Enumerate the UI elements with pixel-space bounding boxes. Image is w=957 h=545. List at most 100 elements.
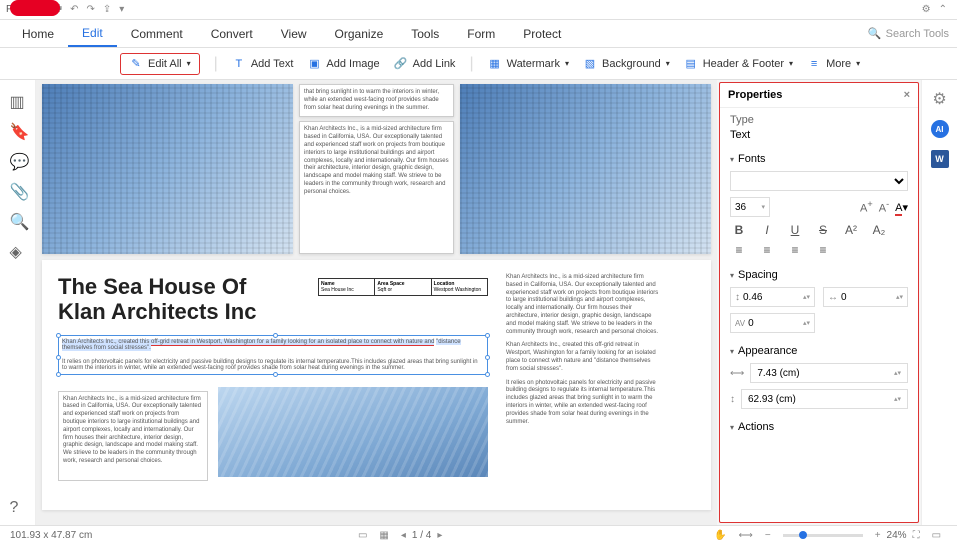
share-icon[interactable]: ⇪ xyxy=(103,4,111,15)
next-page-icon[interactable]: ▸ xyxy=(437,530,442,541)
height-input[interactable]: 62.93 (cm)▴▾ xyxy=(741,389,908,409)
align-right-icon[interactable]: ≡ xyxy=(786,243,804,257)
properties-panel: Properties × Type Text Fonts 36▾ A+ A- A▾… xyxy=(719,82,919,523)
fullscreen-icon[interactable]: ⛶ xyxy=(913,530,920,541)
zoom-value[interactable]: 24% xyxy=(887,530,907,541)
settings-icon[interactable]: ⚙ xyxy=(922,4,931,15)
line-height-icon: ↕ xyxy=(735,292,740,303)
panel-title: Properties xyxy=(728,89,782,101)
align-left-icon[interactable]: ≡ xyxy=(730,243,748,257)
chevron-down-icon: ▾ xyxy=(565,59,569,68)
add-link-button[interactable]: 🔗Add Link xyxy=(394,57,456,71)
edit-all-button[interactable]: ✎Edit All ▾ xyxy=(120,53,200,75)
bookmark-icon[interactable]: 🔖 xyxy=(10,122,26,138)
search-pane-icon[interactable]: 🔍 xyxy=(10,212,26,228)
add-image-button[interactable]: ▣Add Image xyxy=(307,57,379,71)
superscript-icon[interactable]: A² xyxy=(842,223,860,237)
tab-tools[interactable]: Tools xyxy=(397,20,453,47)
search-tools[interactable]: 🔍 Search Tools xyxy=(868,27,949,40)
kerning-icon: AV xyxy=(735,319,745,328)
actions-section[interactable]: Actions xyxy=(730,421,908,433)
redo-icon[interactable]: ↷ xyxy=(87,4,95,15)
background-button[interactable]: ▧Background ▾ xyxy=(583,57,670,71)
spacing-section[interactable]: Spacing xyxy=(730,269,908,281)
decrease-size-icon[interactable]: A- xyxy=(879,199,889,215)
thumbnails-icon[interactable]: ▥ xyxy=(10,92,26,108)
paragraph-text: It relies on photovoltaic panels for ele… xyxy=(62,359,484,371)
tab-convert[interactable]: Convert xyxy=(197,20,267,47)
help-icon[interactable]: ? xyxy=(10,499,26,515)
chevron-up-icon[interactable]: ⌃ xyxy=(939,4,947,15)
align-justify-icon[interactable]: ≡ xyxy=(814,243,832,257)
type-value: Text xyxy=(730,129,908,141)
settings-icon[interactable]: ⚙ xyxy=(931,90,949,108)
tab-edit[interactable]: Edit xyxy=(68,20,117,47)
italic-icon[interactable]: I xyxy=(758,223,776,237)
fit-width-icon[interactable]: ⟷ xyxy=(739,530,753,541)
comment-pane-icon[interactable]: 💬 xyxy=(10,152,26,168)
text-icon: T xyxy=(232,57,246,71)
read-mode-icon[interactable]: ▭ xyxy=(932,530,941,541)
text-column: Khan Architects Inc., created this off-g… xyxy=(506,342,661,373)
appearance-section[interactable]: Appearance xyxy=(730,345,908,357)
char-spacing-input[interactable]: AV0▴▾ xyxy=(730,313,815,333)
info-table: NameSea House Inc Area SpaceSqft or Loca… xyxy=(318,278,488,296)
attachment-icon[interactable]: 📎 xyxy=(10,182,26,198)
type-label: Type xyxy=(730,114,908,126)
header-footer-button[interactable]: ▤Header & Footer ▾ xyxy=(684,57,793,71)
prev-page-icon[interactable]: ◂ xyxy=(401,530,406,541)
left-rail: ▥ 🔖 💬 📎 🔍 ◈ ? xyxy=(0,80,36,525)
align-center-icon[interactable]: ≡ xyxy=(758,243,776,257)
view-single-icon[interactable]: ▭ xyxy=(358,530,367,541)
font-family-select[interactable] xyxy=(730,171,908,191)
width-input[interactable]: 7.43 (cm)▴▾ xyxy=(750,363,908,383)
ai-badge-icon[interactable]: AI xyxy=(931,120,949,138)
right-rail: ⚙ AI W xyxy=(921,80,957,525)
watermark-button[interactable]: ▦Watermark ▾ xyxy=(488,57,569,71)
tab-form[interactable]: Form xyxy=(453,20,509,47)
tab-comment[interactable]: Comment xyxy=(117,20,197,47)
add-text-button[interactable]: TAdd Text xyxy=(232,57,294,71)
page-indicator[interactable]: 1 / 4 xyxy=(412,530,431,541)
strike-icon[interactable]: S xyxy=(814,223,832,237)
zoom-out-icon[interactable]: − xyxy=(765,530,771,541)
search-placeholder: Search Tools xyxy=(886,28,949,40)
chevron-down-icon: ▾ xyxy=(187,59,191,68)
layers-icon[interactable]: ◈ xyxy=(10,242,26,258)
chevron-down-icon: ▾ xyxy=(789,59,793,68)
view-continuous-icon[interactable]: ▦ xyxy=(379,530,388,541)
zoom-slider[interactable] xyxy=(783,534,863,537)
more-icon[interactable]: ▾ xyxy=(119,4,124,15)
watermark-icon: ▦ xyxy=(488,57,502,71)
font-color-icon[interactable]: A▾ xyxy=(895,201,908,214)
selected-text-block[interactable]: Khan Architects Inc., created this off-g… xyxy=(58,335,488,375)
save-badge xyxy=(10,0,60,16)
word-icon[interactable]: W xyxy=(931,150,949,168)
hand-tool-icon[interactable]: ✋ xyxy=(714,530,726,541)
zoom-in-icon[interactable]: + xyxy=(875,530,881,541)
tab-home[interactable]: Home xyxy=(8,20,68,47)
tracking-input[interactable]: ↔0▴▾ xyxy=(823,287,908,307)
bold-icon[interactable]: B xyxy=(730,223,748,237)
tab-view[interactable]: View xyxy=(267,20,321,47)
increase-size-icon[interactable]: A+ xyxy=(860,199,873,215)
tab-organize[interactable]: Organize xyxy=(321,20,398,47)
page-title: The Sea House OfKlan Architects Inc xyxy=(58,274,308,325)
search-icon: 🔍 xyxy=(868,27,882,40)
document-canvas[interactable]: that bring sunlight in to warm the inter… xyxy=(36,80,717,525)
undo-icon[interactable]: ↶ xyxy=(70,4,78,15)
close-icon[interactable]: × xyxy=(904,89,910,101)
more-button[interactable]: ≡More ▾ xyxy=(807,57,860,71)
chevron-down-icon: ▾ xyxy=(666,59,670,68)
status-bar: 101.93 x 47.87 cm ▭ ▦ ◂ 1 / 4 ▸ ✋ ⟷ − + … xyxy=(0,525,957,545)
line-height-input[interactable]: ↕0.46▴▾ xyxy=(730,287,815,307)
subscript-icon[interactable]: A₂ xyxy=(870,223,888,237)
font-size-input[interactable]: 36▾ xyxy=(730,197,770,217)
edit-toolbar: ✎Edit All ▾ | TAdd Text ▣Add Image 🔗Add … xyxy=(0,48,957,80)
fonts-section[interactable]: Fonts xyxy=(730,153,908,165)
header-footer-icon: ▤ xyxy=(684,57,698,71)
image-building-3 xyxy=(218,387,488,477)
image-building-1 xyxy=(42,84,293,254)
tab-protect[interactable]: Protect xyxy=(509,20,575,47)
underline-icon[interactable]: U xyxy=(786,223,804,237)
